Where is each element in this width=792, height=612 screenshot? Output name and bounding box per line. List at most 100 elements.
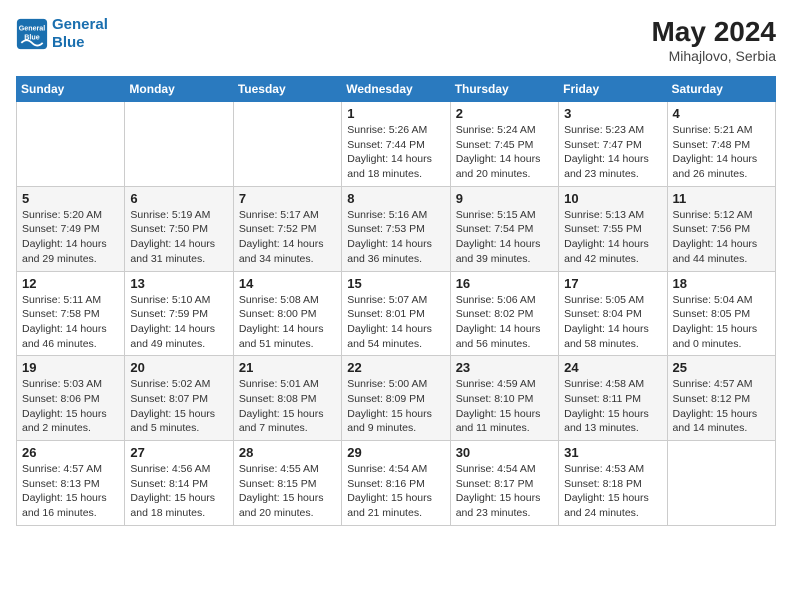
day-info: Sunrise: 5:26 AM Sunset: 7:44 PM Dayligh… bbox=[347, 123, 444, 182]
calendar-cell: 12 Sunrise: 5:11 AM Sunset: 7:58 PM Dayli… bbox=[17, 271, 125, 356]
calendar-week-row: 5Sunrise: 5:20 AM Sunset: 7:49 PM Daylig… bbox=[17, 186, 776, 271]
logo-icon: General Blue bbox=[16, 18, 48, 50]
day-info: Sunrise: 4:58 AM Sunset: 8:11 PM Dayligh… bbox=[564, 377, 661, 436]
day-info: Sunrise: 4:55 AM Sunset: 8:15 PM Dayligh… bbox=[239, 462, 336, 521]
calendar-cell bbox=[17, 102, 125, 187]
day-number: 14 bbox=[239, 276, 336, 291]
day-number: 8 bbox=[347, 191, 444, 206]
calendar-table: SundayMondayTuesdayWednesdayThursdayFrid… bbox=[16, 76, 776, 526]
day-number: 19 bbox=[22, 360, 119, 375]
calendar-cell: 23Sunrise: 4:59 AM Sunset: 8:10 PM Dayli… bbox=[450, 356, 558, 441]
day-info: Sunrise: 5:04 AM Sunset: 8:05 PM Dayligh… bbox=[673, 293, 770, 352]
day-number: 6 bbox=[130, 191, 227, 206]
calendar-cell: 31 Sunrise: 4:53 AM Sunset: 8:18 PM Dayli… bbox=[559, 441, 667, 526]
calendar-cell: 8 Sunrise: 5:16 AM Sunset: 7:53 PM Daylig… bbox=[342, 186, 450, 271]
weekday-header-monday: Monday bbox=[125, 77, 233, 102]
day-info: Sunrise: 4:56 AM Sunset: 8:14 PM Dayligh… bbox=[130, 462, 227, 521]
day-number: 30 bbox=[456, 445, 553, 460]
weekday-header-wednesday: Wednesday bbox=[342, 77, 450, 102]
calendar-week-row: 26Sunrise: 4:57 AM Sunset: 8:13 PM Dayli… bbox=[17, 441, 776, 526]
svg-text:General: General bbox=[19, 24, 46, 32]
day-number: 12 bbox=[22, 276, 119, 291]
logo: General Blue General Blue bbox=[16, 16, 108, 52]
day-number: 27 bbox=[130, 445, 227, 460]
day-number: 18 bbox=[673, 276, 770, 291]
calendar-cell: 27 Sunrise: 4:56 AM Sunset: 8:14 PM Dayli… bbox=[125, 441, 233, 526]
day-number: 20 bbox=[130, 360, 227, 375]
day-number: 21 bbox=[239, 360, 336, 375]
day-number: 1 bbox=[347, 106, 444, 121]
day-info: Sunrise: 5:20 AM Sunset: 7:49 PM Dayligh… bbox=[22, 208, 119, 267]
day-info: Sunrise: 5:03 AM Sunset: 8:06 PM Dayligh… bbox=[22, 377, 119, 436]
calendar-cell: 21 Sunrise: 5:01 AM Sunset: 8:08 PM Dayli… bbox=[233, 356, 341, 441]
calendar-cell: 1 Sunrise: 5:26 AM Sunset: 7:44 PM Daylig… bbox=[342, 102, 450, 187]
day-number: 9 bbox=[456, 191, 553, 206]
calendar-cell: 5Sunrise: 5:20 AM Sunset: 7:49 PM Daylig… bbox=[17, 186, 125, 271]
day-number: 15 bbox=[347, 276, 444, 291]
weekday-header-saturday: Saturday bbox=[667, 77, 775, 102]
location-subtitle: Mihajlovo, Serbia bbox=[651, 48, 776, 64]
day-info: Sunrise: 5:10 AM Sunset: 7:59 PM Dayligh… bbox=[130, 293, 227, 352]
day-info: Sunrise: 5:24 AM Sunset: 7:45 PM Dayligh… bbox=[456, 123, 553, 182]
calendar-cell: 13 Sunrise: 5:10 AM Sunset: 7:59 PM Dayli… bbox=[125, 271, 233, 356]
day-number: 24 bbox=[564, 360, 661, 375]
logo-line2: Blue bbox=[52, 34, 85, 51]
day-info: Sunrise: 5:23 AM Sunset: 7:47 PM Dayligh… bbox=[564, 123, 661, 182]
calendar-cell bbox=[125, 102, 233, 187]
day-info: Sunrise: 5:00 AM Sunset: 8:09 PM Dayligh… bbox=[347, 377, 444, 436]
calendar-cell: 14 Sunrise: 5:08 AM Sunset: 8:00 PM Dayli… bbox=[233, 271, 341, 356]
day-number: 31 bbox=[564, 445, 661, 460]
day-info: Sunrise: 5:08 AM Sunset: 8:00 PM Dayligh… bbox=[239, 293, 336, 352]
day-info: Sunrise: 4:54 AM Sunset: 8:17 PM Dayligh… bbox=[456, 462, 553, 521]
day-number: 29 bbox=[347, 445, 444, 460]
day-info: Sunrise: 4:54 AM Sunset: 8:16 PM Dayligh… bbox=[347, 462, 444, 521]
calendar-cell: 17Sunrise: 5:05 AM Sunset: 8:04 PM Dayli… bbox=[559, 271, 667, 356]
day-info: Sunrise: 5:12 AM Sunset: 7:56 PM Dayligh… bbox=[673, 208, 770, 267]
day-number: 2 bbox=[456, 106, 553, 121]
logo-text: General Blue bbox=[52, 16, 108, 52]
calendar-week-row: 19 Sunrise: 5:03 AM Sunset: 8:06 PM Dayli… bbox=[17, 356, 776, 441]
day-number: 22 bbox=[347, 360, 444, 375]
day-number: 10 bbox=[564, 191, 661, 206]
calendar-cell: 19 Sunrise: 5:03 AM Sunset: 8:06 PM Dayli… bbox=[17, 356, 125, 441]
calendar-cell: 2 Sunrise: 5:24 AM Sunset: 7:45 PM Daylig… bbox=[450, 102, 558, 187]
calendar-cell: 30 Sunrise: 4:54 AM Sunset: 8:17 PM Dayli… bbox=[450, 441, 558, 526]
calendar-cell: 10 Sunrise: 5:13 AM Sunset: 7:55 PM Dayli… bbox=[559, 186, 667, 271]
calendar-week-row: 12 Sunrise: 5:11 AM Sunset: 7:58 PM Dayli… bbox=[17, 271, 776, 356]
calendar-cell: 28Sunrise: 4:55 AM Sunset: 8:15 PM Dayli… bbox=[233, 441, 341, 526]
logo-line1: General bbox=[52, 16, 108, 33]
calendar-cell: 22 Sunrise: 5:00 AM Sunset: 8:09 PM Dayli… bbox=[342, 356, 450, 441]
calendar-cell: 9 Sunrise: 5:15 AM Sunset: 7:54 PM Daylig… bbox=[450, 186, 558, 271]
weekday-header-friday: Friday bbox=[559, 77, 667, 102]
day-info: Sunrise: 4:53 AM Sunset: 8:18 PM Dayligh… bbox=[564, 462, 661, 521]
day-info: Sunrise: 5:13 AM Sunset: 7:55 PM Dayligh… bbox=[564, 208, 661, 267]
day-number: 25 bbox=[673, 360, 770, 375]
day-number: 11 bbox=[673, 191, 770, 206]
calendar-cell: 6 Sunrise: 5:19 AM Sunset: 7:50 PM Daylig… bbox=[125, 186, 233, 271]
day-info: Sunrise: 5:11 AM Sunset: 7:58 PM Dayligh… bbox=[22, 293, 119, 352]
calendar-cell: 16Sunrise: 5:06 AM Sunset: 8:02 PM Dayli… bbox=[450, 271, 558, 356]
day-info: Sunrise: 5:02 AM Sunset: 8:07 PM Dayligh… bbox=[130, 377, 227, 436]
day-info: Sunrise: 5:16 AM Sunset: 7:53 PM Dayligh… bbox=[347, 208, 444, 267]
day-info: Sunrise: 5:05 AM Sunset: 8:04 PM Dayligh… bbox=[564, 293, 661, 352]
day-info: Sunrise: 4:57 AM Sunset: 8:13 PM Dayligh… bbox=[22, 462, 119, 521]
day-number: 7 bbox=[239, 191, 336, 206]
calendar-cell bbox=[233, 102, 341, 187]
calendar-cell: 20 Sunrise: 5:02 AM Sunset: 8:07 PM Dayli… bbox=[125, 356, 233, 441]
calendar-cell: 18 Sunrise: 5:04 AM Sunset: 8:05 PM Dayli… bbox=[667, 271, 775, 356]
day-number: 3 bbox=[564, 106, 661, 121]
day-info: Sunrise: 5:15 AM Sunset: 7:54 PM Dayligh… bbox=[456, 208, 553, 267]
day-info: Sunrise: 5:06 AM Sunset: 8:02 PM Dayligh… bbox=[456, 293, 553, 352]
day-info: Sunrise: 5:01 AM Sunset: 8:08 PM Dayligh… bbox=[239, 377, 336, 436]
day-number: 13 bbox=[130, 276, 227, 291]
day-info: Sunrise: 5:19 AM Sunset: 7:50 PM Dayligh… bbox=[130, 208, 227, 267]
day-info: Sunrise: 4:59 AM Sunset: 8:10 PM Dayligh… bbox=[456, 377, 553, 436]
calendar-cell: 3 Sunrise: 5:23 AM Sunset: 7:47 PM Daylig… bbox=[559, 102, 667, 187]
calendar-cell: 15 Sunrise: 5:07 AM Sunset: 8:01 PM Dayli… bbox=[342, 271, 450, 356]
calendar-cell: 11 Sunrise: 5:12 AM Sunset: 7:56 PM Dayli… bbox=[667, 186, 775, 271]
day-number: 4 bbox=[673, 106, 770, 121]
day-info: Sunrise: 5:17 AM Sunset: 7:52 PM Dayligh… bbox=[239, 208, 336, 267]
calendar-cell: 26Sunrise: 4:57 AM Sunset: 8:13 PM Dayli… bbox=[17, 441, 125, 526]
day-info: Sunrise: 5:07 AM Sunset: 8:01 PM Dayligh… bbox=[347, 293, 444, 352]
weekday-header-thursday: Thursday bbox=[450, 77, 558, 102]
